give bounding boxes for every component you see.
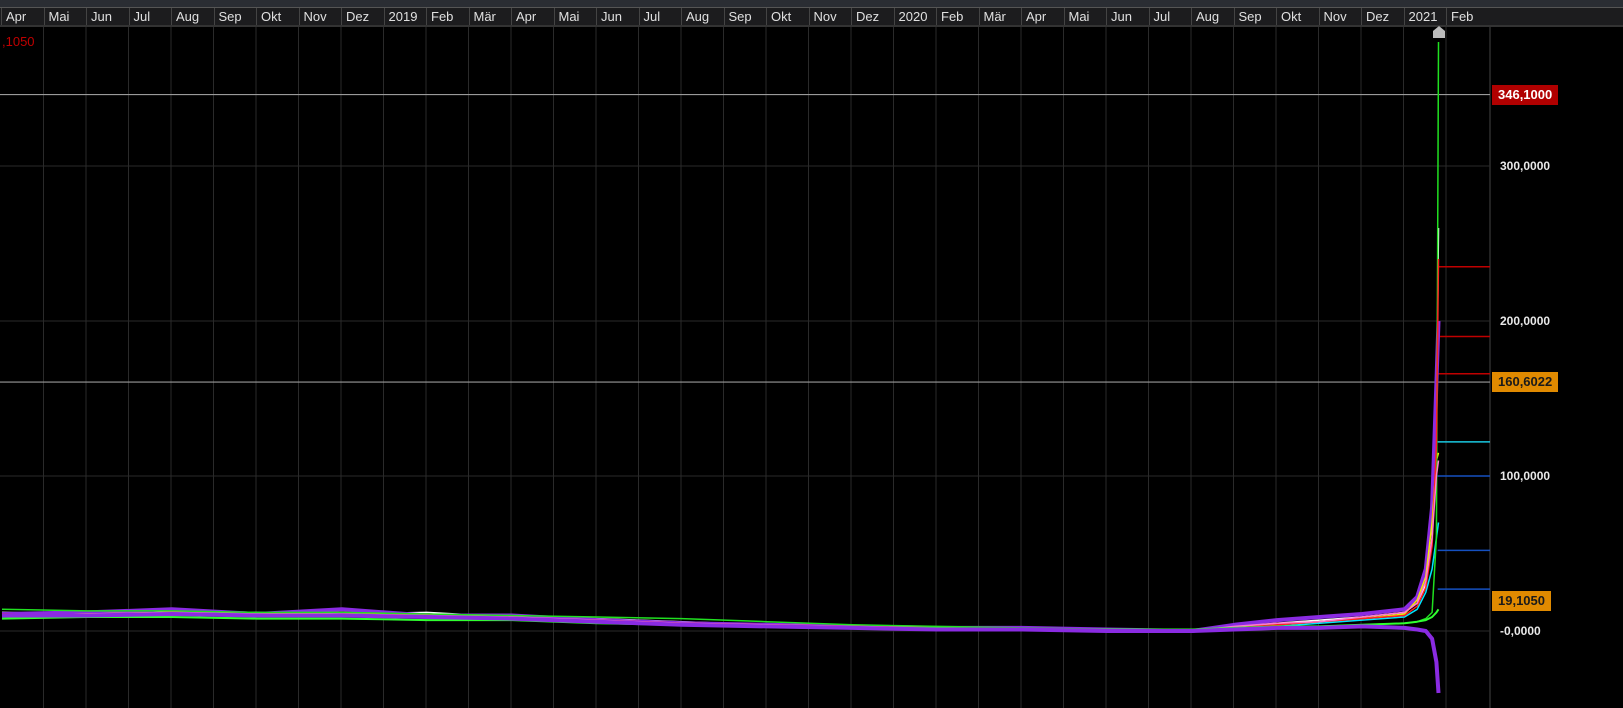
series-line-yellow[interactable] (1, 452, 1440, 632)
latest-marker-icon[interactable] (1433, 26, 1445, 38)
series-line-red[interactable] (1, 258, 1440, 632)
price-tag: 19,1050 (1492, 591, 1551, 612)
y-tick-label: 200,0000 (1500, 314, 1551, 328)
price-tag: 346,1000 (1492, 84, 1559, 105)
y-tick-label: -0,0000 (1500, 624, 1541, 638)
price-chart[interactable] (0, 0, 1623, 708)
price-tag: 160,6022 (1492, 372, 1559, 393)
series-line-white[interactable] (1, 227, 1440, 632)
series-line-green[interactable] (1, 41, 1440, 631)
corner-value: ,1050 (2, 34, 35, 49)
y-tick-label: 300,0000 (1500, 159, 1551, 173)
y-tick-label: 100,0000 (1500, 469, 1551, 483)
series-line-pink[interactable] (1, 460, 1440, 632)
